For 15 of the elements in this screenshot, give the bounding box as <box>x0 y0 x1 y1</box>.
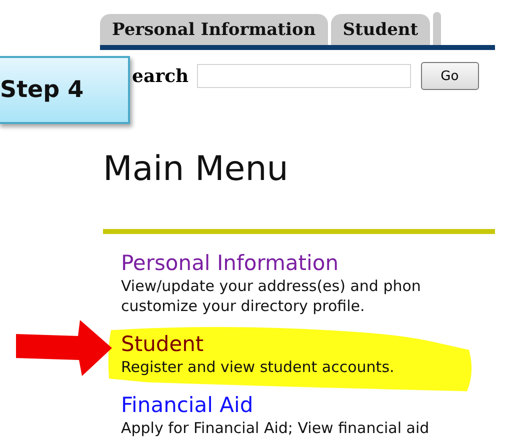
menu-link[interactable]: Financial Aid <box>121 392 505 418</box>
menu-description: Register and view student accounts. <box>121 357 396 377</box>
menu-description: View/update your address(es) and phon <box>121 276 422 296</box>
page-heading: Main Menu <box>103 149 290 189</box>
search-field[interactable] <box>196 64 411 88</box>
menu-description: customize your directory profile. <box>121 296 366 316</box>
menu-description: Apply for Financial Aid; View financial aid <box>121 418 430 438</box>
nav-tab[interactable]: Personal Information <box>100 14 328 45</box>
go-button[interactable]: Go <box>420 62 479 90</box>
nav-tab[interactable]: Student <box>330 14 430 45</box>
menu-link[interactable]: Student <box>121 331 505 357</box>
arrow-icon <box>16 320 112 376</box>
search-label: earch <box>131 66 189 86</box>
step-callout: Step 4 <box>0 56 130 124</box>
menu-link[interactable]: Personal Information <box>121 250 505 276</box>
